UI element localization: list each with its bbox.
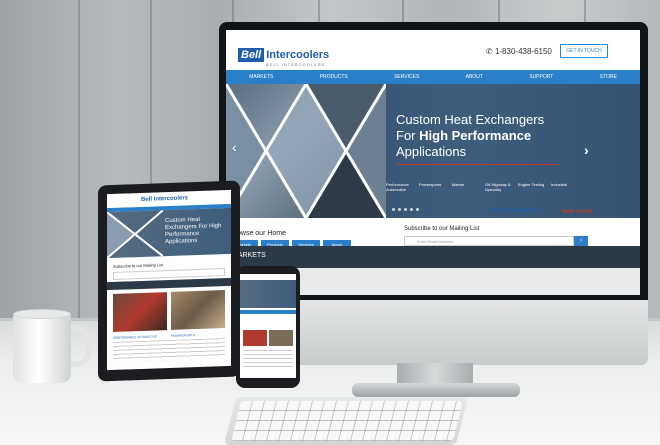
logo-bell: Bell (238, 48, 265, 62)
subscribe-heading: Subscribe to our Mailing List (404, 226, 480, 232)
phone-text: 1-830-438-6150 (494, 47, 552, 56)
tablet-image-powersports[interactable] (171, 290, 225, 330)
tablet-caption[interactable]: POWERSPORTS (171, 333, 195, 338)
phone-nav-bar (240, 310, 296, 314)
nav-item-services[interactable]: SERVICES (394, 74, 419, 80)
hero-title: Custom Heat Exchangers For High Performa… (396, 112, 596, 160)
nav-item-products[interactable]: PRODUCTS (320, 74, 348, 80)
wall-plank (78, 0, 80, 330)
logo-subtitle: BELL INTERCOOLERS (266, 62, 326, 67)
phone-image[interactable] (269, 330, 293, 346)
phone-hero (240, 280, 296, 308)
carousel-prev-icon[interactable]: ‹ (232, 139, 237, 155)
carousel-dots (392, 208, 419, 211)
email-input[interactable]: Enter Email Address (404, 236, 574, 246)
tablet-subscribe-heading: Subscribe to our Mailing List (113, 262, 164, 269)
carousel-next-icon[interactable]: › (584, 142, 589, 158)
footer-logo: Bell Intercoolers (492, 208, 540, 214)
category-link[interactable]: Performance Automotive (386, 182, 419, 192)
hero-banner: ‹ Custom Heat Exchangers For High Perfor… (226, 84, 640, 218)
nav-item-about[interactable]: ABOUT (466, 74, 483, 80)
phone-number[interactable]: ✆ 1-830-438-6150 (486, 47, 552, 56)
markets-bar: MARKETS (226, 246, 640, 268)
tablet-hero-title: Custom Heat Exchangers For High Performa… (165, 216, 222, 246)
nav-item-store[interactable]: STORE (600, 74, 617, 80)
coffee-mug (13, 313, 71, 383)
phone-image[interactable] (243, 330, 267, 346)
carousel-dot[interactable] (410, 208, 413, 211)
category-link[interactable]: Powersports (419, 182, 452, 192)
hero-title-line2: For High Performance (396, 128, 596, 144)
tablet-logo[interactable]: Bell Intercoolers (141, 195, 188, 203)
phone-text-lines (243, 350, 293, 370)
category-link[interactable]: Engine Testing (518, 182, 551, 192)
hero-collage (226, 84, 388, 218)
carousel-dot[interactable] (416, 208, 419, 211)
logo-text: Intercoolers (266, 49, 330, 61)
nav-item-markets[interactable]: MARKETS (249, 74, 273, 80)
keyboard-keys (231, 401, 463, 441)
hero-categories: Performance Automotive Powersports Marin… (386, 182, 586, 192)
category-link[interactable]: Marine (452, 182, 485, 192)
mug-rim (13, 309, 71, 319)
category-link[interactable]: Industrial (551, 182, 584, 192)
main-nav: MARKETS PRODUCTS SERVICES ABOUT SUPPORT … (226, 70, 640, 84)
hero-title-line1: Custom Heat Exchangers (396, 112, 545, 127)
hero-title-prefix: For (396, 128, 420, 143)
tablet-markets-bar (107, 277, 231, 291)
hero-divider (396, 164, 558, 165)
get-in-touch-button[interactable]: GET IN TOUCH (560, 44, 608, 58)
monitor-stand-base (352, 383, 520, 397)
phone-screen (240, 274, 296, 378)
made-in-usa-badge: Made in USA (562, 209, 593, 215)
category-link[interactable]: Off-Highway & Specialty (485, 182, 518, 192)
site-header: Bell Intercoolers BELL INTERCOOLERS ✆ 1-… (226, 30, 640, 70)
tablet-diamond-pattern (107, 209, 164, 259)
tablet-text-lines (113, 338, 225, 362)
hero-title-line3: Applications (396, 144, 467, 159)
email-submit-button[interactable]: › (574, 236, 588, 246)
carousel-dot[interactable] (398, 208, 401, 211)
nav-item-support[interactable]: SUPPORT (529, 74, 553, 80)
tablet-caption[interactable]: PERFORMANCE AUTOMOTIVE (113, 334, 157, 340)
carousel-dot[interactable] (392, 208, 395, 211)
tablet-image-automotive[interactable] (113, 292, 167, 332)
hero-title-bold: High Performance (419, 128, 532, 143)
tablet-screen: Bell Intercoolers Custom Heat Exchangers… (107, 189, 231, 371)
hero-diamond-pattern (226, 84, 388, 218)
monitor-screen: Bell Intercoolers BELL INTERCOOLERS ✆ 1-… (226, 30, 640, 295)
carousel-dot[interactable] (404, 208, 407, 211)
